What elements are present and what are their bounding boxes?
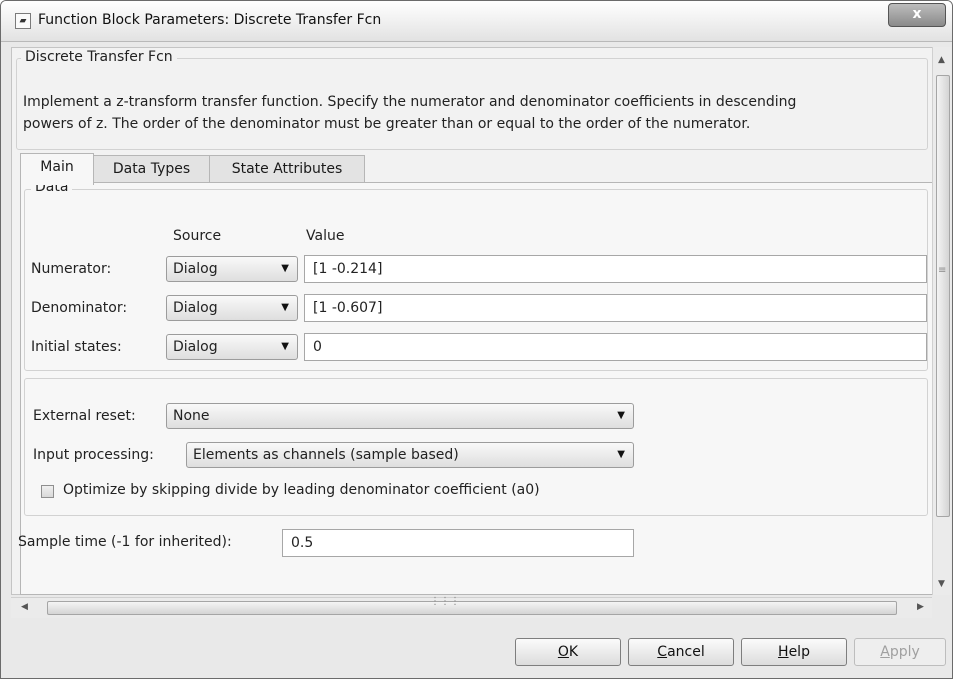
- optimize-checkbox[interactable]: [41, 485, 54, 498]
- chevron-down-icon: ▼: [617, 410, 625, 421]
- initial-states-source-select[interactable]: Dialog ▼: [166, 334, 298, 360]
- numerator-source-value: Dialog: [173, 261, 218, 277]
- external-reset-label: External reset:: [33, 408, 136, 424]
- dialog-window: ▰ Function Block Parameters: Discrete Tr…: [0, 0, 953, 679]
- initial-states-value-field[interactable]: 0: [304, 333, 927, 361]
- initial-states-source-value: Dialog: [173, 339, 218, 355]
- denominator-label: Denominator:: [31, 300, 128, 316]
- description-line-2: powers of z. The order of the denominato…: [23, 116, 751, 132]
- cancel-access-key: C: [657, 644, 668, 660]
- numerator-label: Numerator:: [31, 261, 112, 277]
- scroll-down-arrow-icon[interactable]: ▼: [938, 579, 945, 589]
- help-access-key: H: [778, 644, 789, 660]
- grip-icon: ⋮⋮⋮: [430, 596, 460, 607]
- help-label-post: elp: [788, 644, 810, 660]
- cancel-label-post: ancel: [667, 644, 705, 660]
- horizontal-scroll-thumb[interactable]: [47, 601, 897, 615]
- scroll-left-arrow-icon[interactable]: ◀: [21, 602, 28, 612]
- source-column-header: Source: [173, 228, 222, 244]
- chevron-down-icon: ▼: [281, 263, 289, 274]
- sample-time-field[interactable]: 0.5: [282, 529, 634, 557]
- ok-button[interactable]: OK: [515, 638, 621, 666]
- sample-time-label: Sample time (-1 for inherited):: [18, 534, 232, 550]
- denominator-source-value: Dialog: [173, 300, 218, 316]
- numerator-source-select[interactable]: Dialog ▼: [166, 256, 298, 282]
- denominator-value-field[interactable]: [1 -0.607]: [304, 294, 927, 322]
- apply-access-key: A: [880, 644, 890, 660]
- cancel-button[interactable]: Cancel: [628, 638, 734, 666]
- block-description: Implement a z-transform transfer functio…: [23, 91, 913, 135]
- tab-data-types[interactable]: Data Types: [92, 155, 211, 183]
- title-bar[interactable]: ▰ Function Block Parameters: Discrete Tr…: [1, 1, 952, 42]
- input-processing-select[interactable]: Elements as channels (sample based) ▼: [186, 442, 634, 468]
- chevron-down-icon: ▼: [281, 341, 289, 352]
- chevron-down-icon: ▼: [617, 449, 625, 460]
- grip-icon: ≡: [938, 265, 947, 276]
- simulink-block-icon: ▰: [15, 13, 31, 29]
- block-name: Discrete Transfer Fcn: [21, 49, 177, 65]
- external-reset-select[interactable]: None ▼: [166, 403, 634, 429]
- vertical-scrollbar[interactable]: ▲ ≡ ▼: [932, 47, 951, 595]
- input-processing-label: Input processing:: [33, 447, 154, 463]
- input-processing-value: Elements as channels (sample based): [193, 447, 459, 463]
- window-title: Function Block Parameters: Discrete Tran…: [38, 12, 382, 28]
- scroll-up-arrow-icon[interactable]: ▲: [938, 55, 945, 65]
- tab-main[interactable]: Main: [20, 153, 94, 185]
- numerator-value-field[interactable]: [1 -0.214]: [304, 255, 927, 283]
- main-tab-panel: Data Source Value Numerator: Dialog ▼ [1…: [18, 179, 933, 595]
- help-button[interactable]: Help: [741, 638, 847, 666]
- apply-button[interactable]: Apply: [854, 638, 946, 666]
- optimize-checkbox-label: Optimize by skipping divide by leading d…: [63, 482, 540, 498]
- ok-label-post: K: [568, 644, 579, 660]
- initial-states-label: Initial states:: [31, 339, 122, 355]
- external-reset-value: None: [173, 408, 210, 424]
- horizontal-scrollbar[interactable]: ◀ ⋮⋮⋮ ▶: [11, 596, 932, 618]
- description-line-1: Implement a z-transform transfer functio…: [23, 94, 797, 110]
- close-button[interactable]: x: [888, 3, 946, 27]
- denominator-source-select[interactable]: Dialog ▼: [166, 295, 298, 321]
- tab-state-attributes[interactable]: State Attributes: [209, 155, 365, 183]
- parameters-pane: Discrete Transfer Fcn Implement a z-tran…: [11, 47, 933, 595]
- chevron-down-icon: ▼: [281, 302, 289, 313]
- vertical-scroll-thumb[interactable]: [936, 75, 950, 517]
- scroll-right-arrow-icon[interactable]: ▶: [917, 602, 924, 612]
- apply-label-post: pply: [889, 644, 920, 660]
- value-column-header: Value: [306, 228, 345, 244]
- ok-access-key: O: [557, 644, 569, 660]
